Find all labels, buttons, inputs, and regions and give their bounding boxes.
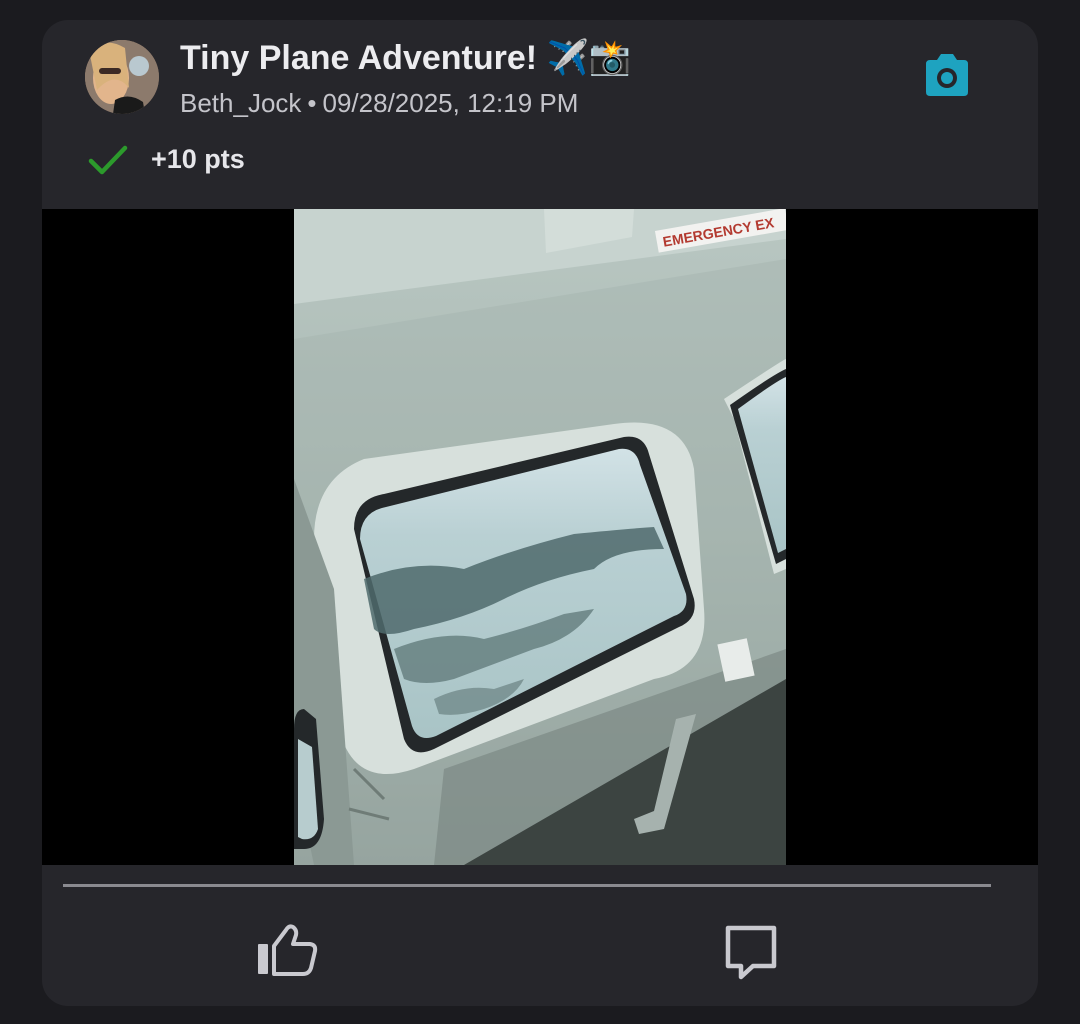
camera-icon	[926, 54, 968, 96]
divider	[63, 884, 991, 887]
post-media[interactable]: EMERGENCY EX	[42, 209, 1038, 865]
post-meta: Beth_Jock • 09/28/2025, 12:19 PM	[180, 88, 578, 119]
avatar-image	[85, 40, 159, 114]
post-title: Tiny Plane Adventure! ✈️📸	[180, 39, 632, 77]
post-photo: EMERGENCY EX	[294, 209, 786, 865]
comment-icon[interactable]	[723, 923, 779, 981]
thumbs-up-icon[interactable]	[256, 922, 318, 978]
post-card: Tiny Plane Adventure! ✈️📸 Beth_Jock • 09/2…	[42, 20, 1038, 1006]
checkmark-icon	[88, 145, 128, 175]
author-name[interactable]: Beth_Jock	[180, 88, 301, 118]
post-timestamp: 09/28/2025, 12:19 PM	[322, 88, 579, 118]
meta-separator: •	[307, 88, 317, 118]
points-earned: +10 pts	[151, 144, 245, 174]
avatar[interactable]	[85, 40, 159, 114]
